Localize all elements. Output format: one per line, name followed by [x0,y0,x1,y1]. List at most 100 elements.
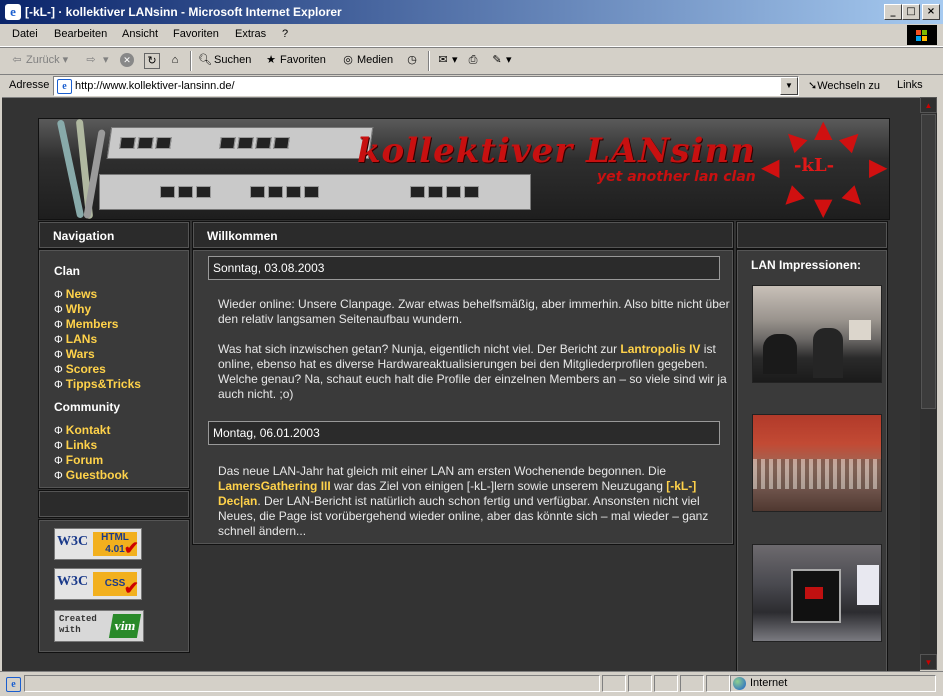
nav-link-members[interactable]: Φ Members [54,317,118,331]
checkmark-icon: ✔ [123,578,139,598]
go-button[interactable]: ➘Wechseln zu [808,79,880,92]
w3c-css-badge[interactable]: W3C CSS ✔ [54,568,142,600]
menu-favoriten[interactable]: Favoriten [173,28,219,40]
search-button[interactable]: 🔍︎ Suchen [198,53,251,67]
links-button[interactable]: Links [897,79,923,91]
navigation-spacer-bar [38,490,190,518]
home-button[interactable]: ⌂ [168,53,184,67]
menu-help[interactable]: ? [282,28,288,40]
link-lamersgathering[interactable]: LamersGathering III [218,479,331,493]
search-icon: 🔍︎ [198,54,212,66]
menu-bearbeiten[interactable]: Bearbeiten [54,28,107,40]
bullet-icon: Φ [54,319,63,331]
status-cell [680,675,704,692]
nav-link-why[interactable]: Φ Why [54,302,91,316]
post-body: Wieder online: Unsere Clanpage. Zwar etw… [218,297,730,402]
vertical-scrollbar[interactable]: ▲ ▼ [920,97,937,670]
right-header [736,221,888,249]
created-with-vim-badge[interactable]: Created with vim [54,610,144,642]
navigation-header: Navigation [38,221,190,249]
forward-button[interactable]: ⇨ ▾ [84,53,108,67]
print-button[interactable]: ⎙ [466,53,482,67]
history-button[interactable]: ◷ [405,53,421,67]
menu-ansicht[interactable]: Ansicht [122,28,158,40]
nav-section-clan: Clan [54,264,81,278]
mail-icon: ✉ [438,54,448,67]
toolbar: ⇦ Zurück ▾ ⇨ ▾ ✕ ↻ ⌂ 🔍︎ Suchen ★ Favoriten … [0,47,943,75]
link-lantropolis[interactable]: Lantropolis IV [620,342,700,356]
back-arrow-icon: ⇦ [12,54,22,67]
scroll-up-arrow-icon[interactable]: ▲ [920,97,937,113]
address-bar: Adresse e http://www.kollektiver-lansinn… [0,74,943,97]
nav-section-community: Community [54,400,120,414]
minimize-button[interactable]: _ [884,4,902,20]
lan-photo-3[interactable] [752,544,882,642]
status-cell [602,675,626,692]
address-dropdown-button[interactable]: ▼ [780,77,798,95]
globe-icon [733,677,746,690]
nav-link-news[interactable]: Φ News [54,287,97,301]
site-banner: kollektiver LANsinn yet another lan clan… [38,118,890,220]
arrow-down-icon: ▼ [814,193,833,220]
w3c-html-badge[interactable]: W3C HTML 4.01 ✔ [54,528,142,560]
status-bar: e Internet [0,671,943,696]
media-icon: ◎ [343,54,353,66]
nav-link-forum[interactable]: Φ Forum [54,453,103,467]
page-status-icon: e [6,677,21,692]
go-arrow-icon: ➘ [808,80,818,92]
scrollbar-thumb[interactable] [921,114,936,409]
mail-button[interactable]: ✉ ▾ [436,53,457,67]
menu-extras[interactable]: Extras [235,28,266,40]
stop-icon: ✕ [120,53,134,67]
network-switch-image [106,127,374,159]
nav-link-wars[interactable]: Φ Wars [54,347,95,361]
lan-impressions-title: LAN Impressionen: [751,258,862,272]
post-date-header: Montag, 06.01.2003 [208,421,720,445]
maximize-button[interactable]: □ [902,4,920,20]
history-icon: ◷ [407,54,417,66]
site-brand-title: kollektiver LANsinn [357,131,756,171]
home-icon: ⌂ [171,54,179,66]
windows-logo-icon [907,25,937,45]
close-button[interactable]: × [922,4,940,20]
edit-button[interactable]: ✎ ▾ [490,53,511,67]
checkmark-icon: ✔ [123,538,139,558]
status-cell [628,675,652,692]
bullet-icon: Φ [54,379,63,391]
arrow-right-icon: ▶ [869,153,888,181]
menu-datei[interactable]: Datei [12,28,38,40]
stop-button[interactable]: ✕ [120,53,136,67]
nav-link-kontakt[interactable]: Φ Kontakt [54,423,110,437]
zone-label: Internet [750,677,788,689]
refresh-icon: ↻ [144,53,160,69]
favorites-icon: ★ [266,54,276,66]
nav-link-tipps-tricks[interactable]: Φ Tipps&Tricks [54,377,141,391]
media-button[interactable]: ◎ Medien [341,53,393,67]
post-paragraph: Was hat sich inzwischen getan? Nunja, ei… [218,342,727,401]
logo-text: -kL- [794,155,835,176]
refresh-button[interactable]: ↻ [144,53,162,69]
page-icon: e [57,79,72,94]
lan-photo-2[interactable] [752,414,882,512]
favorites-button[interactable]: ★ Favoriten [264,53,326,67]
post-paragraph: Das neue LAN-Jahr hat gleich mit einer L… [218,464,709,538]
back-button[interactable]: ⇦ Zurück ▾ [10,53,68,67]
nav-link-lans[interactable]: Φ LANs [54,332,97,346]
bullet-icon: Φ [54,334,63,346]
status-cell [654,675,678,692]
nav-link-scores[interactable]: Φ Scores [54,362,106,376]
scroll-down-arrow-icon[interactable]: ▼ [920,654,937,670]
status-cell [706,675,730,692]
bullet-icon: Φ [54,470,63,482]
bullet-icon: Φ [54,304,63,316]
bullet-icon: Φ [54,455,63,467]
arrow-up-right-icon: ▲ [836,122,870,156]
arrow-down-right-icon: ▼ [836,180,870,214]
title-bar: e [-kL-] · kollektiver LANsinn - Microso… [0,0,943,24]
bullet-icon: Φ [54,364,63,376]
nav-link-links[interactable]: Φ Links [54,438,97,452]
post-body: Das neue LAN-Jahr hat gleich mit einer L… [218,464,730,539]
address-input[interactable]: e http://www.kollektiver-lansinn.de/ ▼ [53,76,799,96]
lan-photo-1[interactable] [752,285,882,383]
nav-link-guestbook[interactable]: Φ Guestbook [54,468,128,482]
